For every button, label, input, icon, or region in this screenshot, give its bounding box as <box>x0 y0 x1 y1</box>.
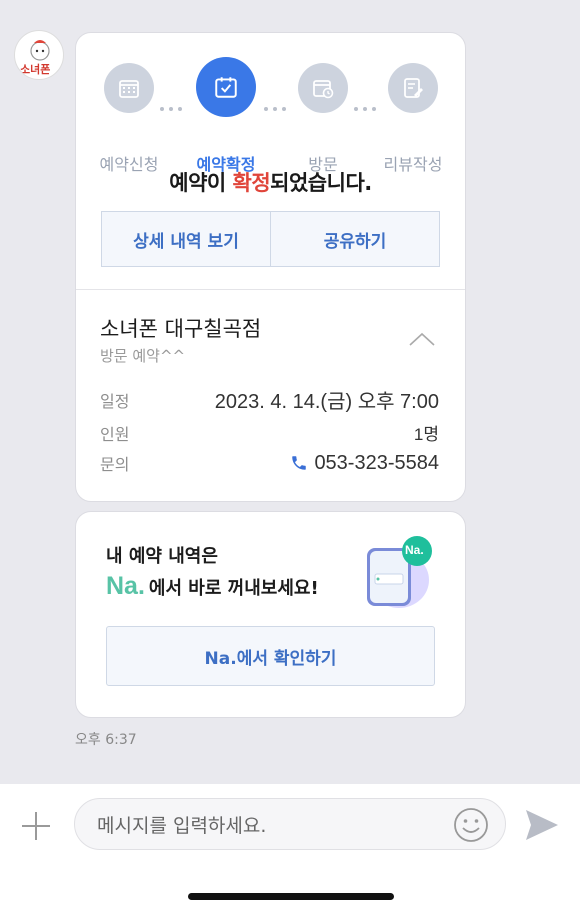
pencil-note-icon <box>404 78 423 98</box>
headline-prefix: 예약이 <box>169 171 233 195</box>
promo-line1: 내 예약 내역은 <box>106 546 218 567</box>
schedule-label: 일정 <box>100 391 130 411</box>
reservation-card: 예약신청 예약확정 방문 리뷰작성 예약이 확정되었습니다. 상세 내역 보기 … <box>75 32 466 502</box>
promo-line2-text: 에서 바로 꺼내보세요! <box>148 577 319 599</box>
view-details-button[interactable]: 상세 내역 보기 <box>102 212 270 266</box>
plus-icon <box>22 812 50 840</box>
contact-row: 문의 053-323-5584 <box>100 451 439 475</box>
message-input-bar: 메시지를 입력하세요. <box>0 784 580 913</box>
step-review-circle <box>388 63 438 113</box>
avatar-text: 소녀폰 <box>20 63 51 76</box>
step-connector <box>160 107 182 111</box>
phone-link[interactable]: 053-323-5584 <box>290 452 439 475</box>
people-row: 인원 1명 <box>100 420 439 445</box>
phone-icon <box>292 456 307 470</box>
store-name: 소녀폰 대구칠곡점 <box>100 317 262 341</box>
message-input[interactable]: 메시지를 입력하세요. <box>74 798 506 850</box>
action-buttons: 상세 내역 보기 공유하기 <box>101 211 440 267</box>
emoji-button[interactable] <box>453 807 489 848</box>
schedule-row: 일정 2023. 4. 14.(금) 오후 7:00 <box>100 385 439 414</box>
people-label: 인원 <box>100 424 130 444</box>
chat-area: 소녀폰 예약신청 예약확정 방문 리뷰작성 예약이 확정되었습니다. 상세 내역… <box>0 0 580 784</box>
reservation-steps: 예약신청 예약확정 방문 리뷰작성 <box>76 57 465 174</box>
avatar[interactable]: 소녀폰 <box>14 30 64 80</box>
step-connector <box>264 107 286 111</box>
step-visit-circle <box>298 63 348 113</box>
smiley-icon <box>454 808 488 842</box>
phone-illustration: Na. <box>357 534 435 612</box>
calendar-clock-icon <box>313 80 334 99</box>
people-value: 1명 <box>413 425 439 444</box>
store-subtitle: 방문 예약^^ <box>100 347 186 365</box>
share-button[interactable]: 공유하기 <box>270 212 439 266</box>
na-promo-card: 내 예약 내역은 Na. 에서 바로 꺼내보세요! Na. Na.에서 확인하기 <box>75 511 466 718</box>
contact-value: 053-323-5584 <box>314 451 439 474</box>
step-confirmed-circle <box>196 57 256 117</box>
schedule-value: 2023. 4. 14.(금) 오후 7:00 <box>214 391 439 413</box>
message-timestamp: 오후 6:37 <box>75 732 137 748</box>
message-placeholder: 메시지를 입력하세요. <box>97 814 267 837</box>
send-button[interactable] <box>524 808 560 846</box>
collapse-button[interactable] <box>409 331 435 350</box>
attach-button[interactable] <box>20 810 52 846</box>
step-connector <box>354 107 376 111</box>
calendar-check-icon <box>215 77 237 98</box>
divider <box>76 289 465 290</box>
confirm-in-na-button[interactable]: Na.에서 확인하기 <box>106 626 435 686</box>
na-logo: Na. <box>106 572 145 600</box>
headline-highlight: 확정 <box>232 171 271 195</box>
confirmation-headline: 예약이 확정되었습니다. <box>76 167 465 197</box>
home-indicator[interactable] <box>188 893 394 900</box>
send-icon <box>526 810 558 840</box>
na-badge: Na. <box>405 543 424 557</box>
step-request-circle <box>104 63 154 113</box>
headline-suffix: 되었습니다. <box>270 171 372 195</box>
calendar-grid-icon <box>119 80 139 98</box>
chevron-up-icon <box>409 332 435 346</box>
contact-label: 문의 <box>100 455 130 474</box>
promo-line2: Na. 에서 바로 꺼내보세요! <box>106 572 319 601</box>
